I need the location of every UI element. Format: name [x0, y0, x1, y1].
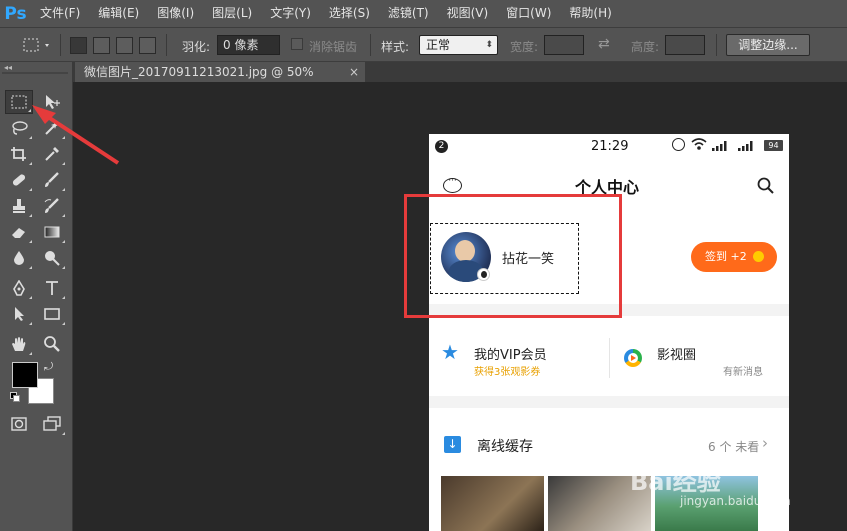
document-tab-bar: 微信图片_20170911213021.jpg @ 50%(RGB/8#) ×: [0, 62, 847, 99]
menu-window[interactable]: 窗口(W): [497, 0, 560, 27]
style-value: 正常: [426, 38, 451, 52]
circle-item[interactable]: 影视圈 有新消息: [610, 316, 789, 386]
menu-layer[interactable]: 图层(L): [203, 0, 261, 27]
section-divider: [429, 396, 789, 408]
height-label: 高度:: [631, 40, 660, 54]
wifi-icon: [691, 137, 707, 154]
path-select-tool-icon[interactable]: [5, 302, 33, 326]
tool-preset-picker[interactable]: [21, 36, 55, 54]
foreground-color-swatch[interactable]: [12, 362, 38, 388]
screen-mode-icon[interactable]: [38, 412, 66, 436]
download-icon: ↓: [444, 436, 461, 453]
default-colors-icon[interactable]: [10, 392, 20, 402]
collapse-panel-icon[interactable]: ◂◂: [4, 63, 12, 72]
baidu-watermark: Bai经验: [630, 468, 721, 496]
video-thumbnail[interactable]: [441, 476, 544, 531]
new-selection-icon[interactable]: [70, 37, 87, 54]
width-input[interactable]: [544, 35, 584, 55]
swap-dimensions-icon[interactable]: ⇄: [598, 36, 610, 52]
vip-subtitle: 获得3张观影券: [474, 367, 541, 378]
battery-icon: 94: [764, 140, 783, 151]
blur-tool-icon[interactable]: [5, 246, 33, 270]
close-tab-icon[interactable]: ×: [349, 62, 359, 82]
history-brush-tool-icon[interactable]: [38, 194, 66, 218]
circle-title: 影视圈: [657, 348, 697, 363]
offline-count[interactable]: 6 个 未看: [708, 438, 759, 455]
width-label: 宽度:: [510, 40, 539, 54]
signin-label: 签到 +2: [705, 250, 747, 263]
feather-label: 羽化:: [182, 40, 211, 54]
refine-edge-button[interactable]: 调整边缘...: [726, 34, 810, 56]
toolbox-divider: [2, 72, 68, 74]
document-tab[interactable]: 微信图片_20170911213021.jpg @ 50%(RGB/8#) ×: [75, 62, 365, 99]
add-to-selection-icon[interactable]: [93, 37, 110, 54]
subtract-selection-icon[interactable]: [116, 37, 133, 54]
style-label: 样式:: [381, 40, 410, 54]
menu-edit[interactable]: 编辑(E): [89, 0, 148, 27]
photoshop-logo: Ps: [4, 3, 27, 24]
options-bar: 羽化: 0 像素 消除锯齿 样式: 正常 ⬍ 宽度: ⇄ 高度: 调整边缘...: [0, 27, 847, 62]
status-bar: 2 21:29 94: [429, 134, 789, 160]
alarm-icon: [672, 138, 685, 151]
feather-input[interactable]: 0 像素: [217, 35, 280, 55]
height-input[interactable]: [665, 35, 705, 55]
circle-subtitle: 有新消息: [723, 367, 763, 378]
annotation-box: [404, 194, 622, 318]
chevron-right-icon[interactable]: ›: [762, 434, 768, 452]
status-time: 21:29: [591, 139, 629, 154]
menu-file[interactable]: 文件(F): [31, 0, 89, 27]
offline-title[interactable]: 离线缓存: [477, 436, 533, 456]
annotation-arrow: [32, 105, 120, 165]
rect-marquee-preset-icon: [23, 38, 49, 52]
coin-icon: [753, 251, 764, 262]
star-icon: ★: [441, 340, 459, 364]
menu-bar: Ps 文件(F) 编辑(E) 图像(I) 图层(L) 文字(Y) 选择(S) 滤…: [0, 0, 847, 27]
signin-button[interactable]: 签到 +2: [691, 242, 777, 272]
rectangle-tool-icon[interactable]: [38, 302, 66, 326]
pen-tool-icon[interactable]: [5, 276, 33, 300]
antialias-checkbox[interactable]: [291, 38, 303, 50]
clone-stamp-tool-icon[interactable]: [5, 194, 33, 218]
menu-type[interactable]: 文字(Y): [261, 0, 320, 27]
menu-select[interactable]: 选择(S): [320, 0, 379, 27]
signal-icon: [712, 140, 762, 155]
vip-title: 我的VIP会员: [474, 348, 547, 363]
swap-colors-icon[interactable]: ⤾: [44, 360, 53, 374]
menu-filter[interactable]: 滤镜(T): [379, 0, 438, 27]
vip-item[interactable]: ★ 我的VIP会员 获得3张观影券: [429, 316, 609, 386]
dodge-tool-icon[interactable]: [38, 246, 66, 270]
hand-tool-icon[interactable]: [5, 332, 33, 356]
chat-bubble-icon[interactable]: ···: [443, 177, 462, 193]
intersect-selection-icon[interactable]: [139, 37, 156, 54]
baidu-watermark-url: jingyan.baidu.com: [680, 494, 791, 508]
notification-badge: 2: [435, 140, 448, 153]
brush-tool-icon[interactable]: [38, 168, 66, 192]
play-icon: [624, 349, 642, 367]
chevron-updown-icon: ⬍: [485, 40, 493, 50]
healing-brush-tool-icon[interactable]: [5, 168, 33, 192]
search-icon[interactable]: [757, 177, 775, 198]
quick-mask-icon[interactable]: [5, 412, 33, 436]
gradient-tool-icon[interactable]: [38, 220, 66, 244]
antialias-label: 消除锯齿: [309, 40, 358, 54]
menu-image[interactable]: 图像(I): [148, 0, 203, 27]
eraser-tool-icon[interactable]: [5, 220, 33, 244]
menu-view[interactable]: 视图(V): [438, 0, 498, 27]
zoom-tool-icon[interactable]: [38, 332, 66, 356]
menu-help[interactable]: 帮助(H): [560, 0, 620, 27]
style-select[interactable]: 正常 ⬍: [419, 35, 498, 55]
type-tool-icon[interactable]: [38, 276, 66, 300]
